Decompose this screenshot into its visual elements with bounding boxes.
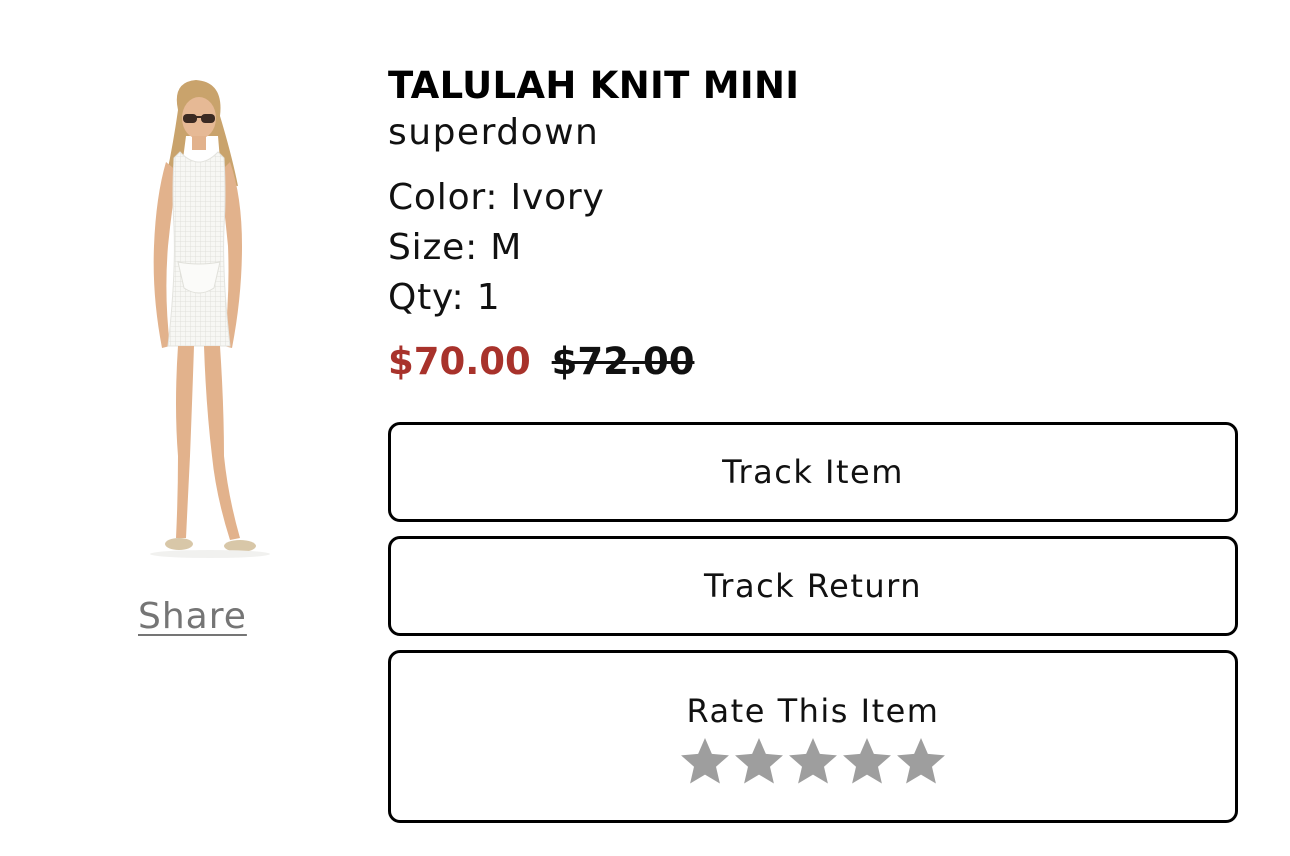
product-image <box>100 76 290 566</box>
star-icon[interactable] <box>894 734 948 788</box>
qty-row: Qty: 1 <box>388 277 500 318</box>
product-title: TALULAH KNIT MINI <box>388 64 800 107</box>
track-return-button[interactable]: Track Return <box>388 536 1238 636</box>
brand-name: superdown <box>388 112 600 153</box>
star-icon[interactable] <box>732 734 786 788</box>
rate-item-label: Rate This Item <box>686 691 940 730</box>
share-link[interactable]: Share <box>138 596 247 637</box>
color-label: Color: <box>388 177 499 218</box>
qty-label: Qty: <box>388 277 465 318</box>
star-icon[interactable] <box>786 734 840 788</box>
star-icon[interactable] <box>840 734 894 788</box>
star-rating <box>678 734 948 788</box>
track-return-label: Track Return <box>703 567 923 605</box>
color-value: Ivory <box>510 177 605 218</box>
color-row: Color: Ivory <box>388 177 605 218</box>
size-row: Size: M <box>388 227 522 268</box>
size-label: Size: <box>388 227 479 268</box>
rate-item-panel: Rate This Item <box>388 650 1238 823</box>
sale-price: $70.00 <box>388 340 531 383</box>
track-item-label: Track Item <box>722 453 904 491</box>
size-value: M <box>490 227 523 268</box>
track-item-button[interactable]: Track Item <box>388 422 1238 522</box>
price-row: $70.00 $72.00 <box>388 340 694 383</box>
star-icon[interactable] <box>678 734 732 788</box>
qty-value: 1 <box>476 277 501 318</box>
original-price: $72.00 <box>551 340 695 383</box>
